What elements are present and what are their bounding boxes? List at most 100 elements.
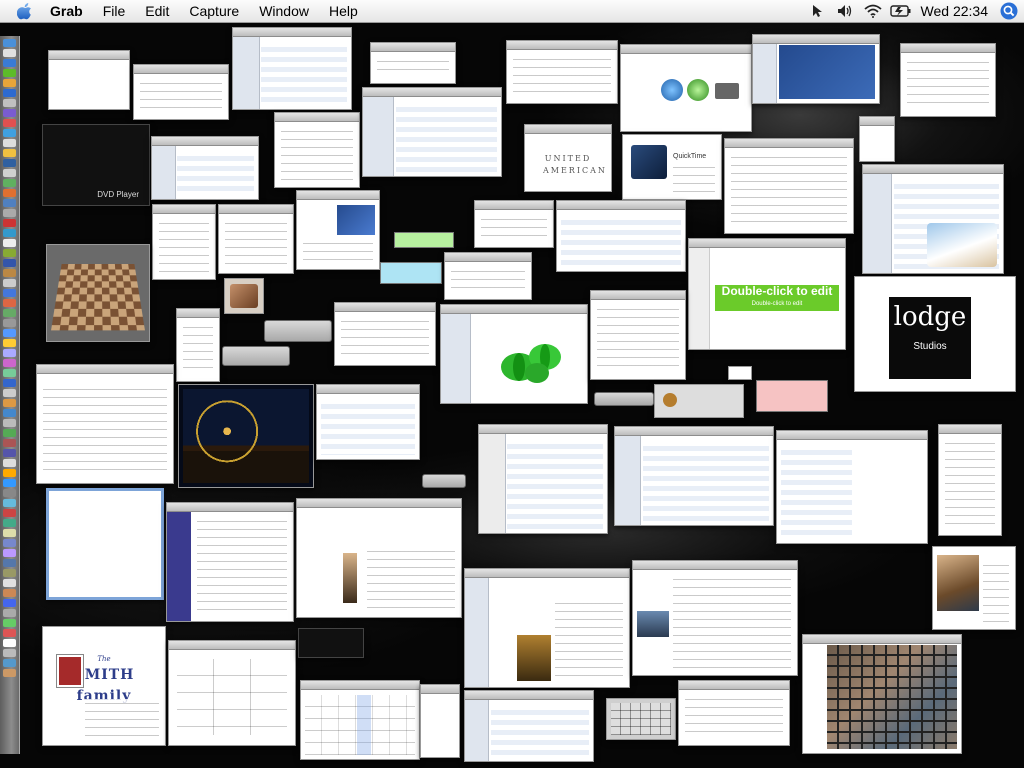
window-thumbnail[interactable] <box>296 190 380 270</box>
window-thumbnail[interactable] <box>938 424 1002 536</box>
volume-icon[interactable] <box>831 0 859 22</box>
window-thumbnail[interactable] <box>620 44 752 132</box>
window-thumbnail[interactable] <box>362 87 502 177</box>
dock-app-icon[interactable] <box>3 579 16 587</box>
dock-app-icon[interactable] <box>3 309 16 317</box>
window-thumbnail[interactable] <box>444 252 532 300</box>
menu-capture[interactable]: Capture <box>179 0 249 22</box>
dock-app-icon[interactable] <box>3 189 16 197</box>
dock-app-icon[interactable] <box>3 469 16 477</box>
window-thumbnail[interactable]: The SMITH family <box>42 626 166 746</box>
dock-app-icon[interactable] <box>3 109 16 117</box>
window-thumbnail[interactable] <box>133 64 229 120</box>
menu-window[interactable]: Window <box>249 0 319 22</box>
window-thumbnail[interactable] <box>776 430 928 544</box>
dock-app-icon[interactable] <box>3 99 16 107</box>
window-thumbnail[interactable] <box>370 42 456 84</box>
dock-app-icon[interactable] <box>3 249 16 257</box>
window-thumbnail[interactable] <box>900 43 996 117</box>
window-thumbnail[interactable] <box>298 628 364 658</box>
dock-app-icon[interactable] <box>3 129 16 137</box>
window-thumbnail[interactable]: UNITED AMERICAN <box>524 124 612 192</box>
window-thumbnail[interactable] <box>166 502 294 622</box>
window-thumbnail[interactable] <box>46 244 150 342</box>
dock-app-icon[interactable] <box>3 209 16 217</box>
window-thumbnail[interactable] <box>556 200 686 272</box>
dock-app-icon[interactable] <box>3 79 16 87</box>
window-thumbnail[interactable] <box>590 290 686 380</box>
dock-app-icon[interactable] <box>3 599 16 607</box>
window-thumbnail[interactable] <box>168 640 296 746</box>
dock-app-icon[interactable] <box>3 459 16 467</box>
window-thumbnail[interactable] <box>932 546 1016 630</box>
window-thumbnail[interactable] <box>614 426 774 526</box>
dock-app-icon[interactable] <box>3 589 16 597</box>
window-thumbnail[interactable] <box>728 366 752 380</box>
sticky-note[interactable] <box>380 262 442 284</box>
dock-app-icon[interactable] <box>3 399 16 407</box>
wifi-icon[interactable] <box>859 0 887 22</box>
window-thumbnail[interactable] <box>632 560 798 676</box>
dock-app-icon[interactable] <box>3 59 16 67</box>
dock-app-icon[interactable] <box>3 449 16 457</box>
dock-app-icon[interactable] <box>3 329 16 337</box>
window-thumbnail[interactable] <box>474 200 554 248</box>
window-thumbnail[interactable] <box>222 346 290 366</box>
sticky-note[interactable] <box>394 232 454 248</box>
dock-app-icon[interactable] <box>3 89 16 97</box>
window-thumbnail[interactable]: lodge Studios <box>854 276 1016 392</box>
dock-app-icon[interactable] <box>3 239 16 247</box>
window-thumbnail[interactable] <box>802 634 962 754</box>
dock-app-icon[interactable] <box>3 299 16 307</box>
window-thumbnail[interactable] <box>440 304 588 404</box>
spotlight-icon[interactable] <box>998 0 1020 22</box>
menu-clock[interactable]: Wed 22:34 <box>915 3 998 19</box>
window-thumbnail[interactable] <box>464 568 630 688</box>
dock-app-icon[interactable] <box>3 539 16 547</box>
dock-app-icon[interactable] <box>3 669 16 677</box>
window-thumbnail[interactable] <box>862 164 1004 274</box>
dock-app-icon[interactable] <box>3 489 16 497</box>
menu-file[interactable]: File <box>93 0 136 22</box>
window-thumbnail[interactable] <box>296 498 462 618</box>
window-thumbnail[interactable]: QuickTime <box>622 134 722 200</box>
dock-app-icon[interactable] <box>3 639 16 647</box>
window-thumbnail[interactable] <box>724 138 854 234</box>
dock-app-icon[interactable] <box>3 199 16 207</box>
window-thumbnail[interactable] <box>334 302 436 366</box>
window-thumbnail[interactable] <box>464 690 594 762</box>
dock-app-icon[interactable] <box>3 529 16 537</box>
window-thumbnail[interactable] <box>506 40 618 104</box>
dock-app-icon[interactable] <box>3 429 16 437</box>
dock-app-icon[interactable] <box>3 509 16 517</box>
apple-icon[interactable] <box>14 0 36 22</box>
dock-app-icon[interactable] <box>3 269 16 277</box>
dock-app-icon[interactable] <box>3 569 16 577</box>
dock-app-icon[interactable] <box>3 279 16 287</box>
menu-help[interactable]: Help <box>319 0 368 22</box>
window-thumbnail[interactable] <box>48 50 130 110</box>
window-thumbnail[interactable] <box>606 698 676 740</box>
dock-app-icon[interactable] <box>3 659 16 667</box>
sticky-note[interactable] <box>756 380 828 412</box>
window-thumbnail[interactable]: Double-click to edit Double-click to edit <box>688 238 846 350</box>
dock-app-icon[interactable] <box>3 319 16 327</box>
window-thumbnail[interactable] <box>274 112 360 188</box>
menu-edit[interactable]: Edit <box>135 0 179 22</box>
window-thumbnail[interactable] <box>316 384 420 460</box>
dock-app-icon[interactable] <box>3 39 16 47</box>
window-thumbnail[interactable] <box>176 308 220 382</box>
dock-app-icon[interactable] <box>3 339 16 347</box>
dock-app-icon[interactable] <box>3 549 16 557</box>
dock-app-icon[interactable] <box>3 139 16 147</box>
dock-app-icon[interactable] <box>3 559 16 567</box>
dock-app-icon[interactable] <box>3 219 16 227</box>
dock-app-icon[interactable] <box>3 169 16 177</box>
dock-app-icon[interactable] <box>3 389 16 397</box>
window-thumbnail[interactable] <box>420 684 460 758</box>
dock-app-icon[interactable] <box>3 289 16 297</box>
window-thumbnail[interactable] <box>300 680 420 760</box>
window-thumbnail[interactable] <box>264 320 332 342</box>
dock-app-icon[interactable] <box>3 439 16 447</box>
window-thumbnail[interactable] <box>422 474 466 488</box>
